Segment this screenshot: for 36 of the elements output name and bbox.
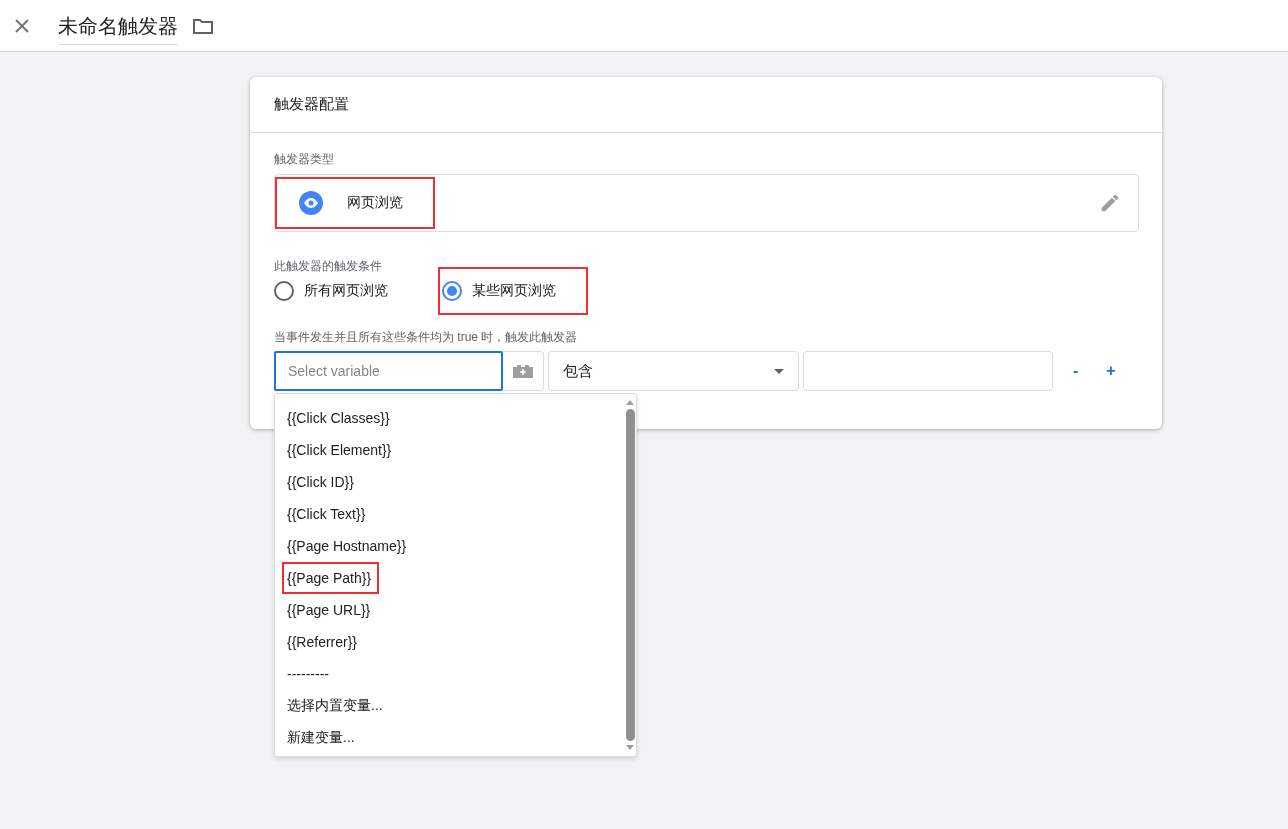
card-title: 触发器配置	[274, 95, 349, 114]
trigger-type-name: 网页浏览	[347, 194, 403, 212]
dropdown-item[interactable]: {{Page URL}}	[287, 596, 377, 624]
value-field[interactable]	[803, 351, 1053, 391]
dropdown-item[interactable]: {{Click Element}}	[287, 436, 398, 464]
trigger-name-field[interactable]: 未命名触发器	[58, 6, 178, 45]
dropdown-item[interactable]: 选择内置变量...	[287, 691, 389, 721]
operator-dropdown[interactable]: 包含	[548, 351, 799, 391]
variable-picker-button[interactable]	[503, 351, 544, 391]
dropdown-item[interactable]: {{Click Text}}	[287, 500, 372, 528]
dropdown-item[interactable]: {{Page Path}}	[284, 564, 378, 592]
blocks-icon	[512, 364, 534, 378]
radio-button[interactable]	[442, 281, 462, 301]
dropdown-caret-icon	[774, 368, 784, 374]
dropdown-item[interactable]: {{Click Classes}}	[287, 404, 396, 432]
add-condition-button[interactable]: +	[1098, 358, 1124, 384]
condition-label: 此触发器的触发条件	[274, 258, 382, 275]
folder-icon[interactable]	[193, 17, 213, 34]
radio-button[interactable]	[274, 281, 294, 301]
scrollbar-thumb[interactable]	[625, 409, 635, 741]
radio-option[interactable]: 某些网页浏览	[440, 269, 586, 313]
remove-condition-button[interactable]: -	[1065, 358, 1087, 384]
dropdown-item[interactable]: 新建变量...	[287, 723, 361, 753]
trigger-type-selector[interactable]: 网页浏览	[274, 174, 1139, 232]
dropdown-item[interactable]: {{Page Hostname}}	[287, 532, 413, 560]
edit-icon[interactable]	[1099, 192, 1121, 214]
dropdown-item[interactable]: {{Click ID}}	[287, 468, 360, 496]
filter-description: 当事件发生并且所有这些条件均为 true 时，触发此触发器	[274, 329, 578, 346]
variable-field[interactable]: Select variable	[274, 351, 503, 391]
close-icon[interactable]	[15, 18, 29, 33]
scroll-up-icon[interactable]	[626, 400, 634, 405]
dropdown-item[interactable]: {{Referrer}}	[287, 628, 364, 656]
dropdown-item[interactable]: ---------	[287, 660, 335, 688]
trigger-type-label: 触发器类型	[274, 151, 334, 168]
eye-icon	[299, 191, 323, 215]
scroll-down-icon[interactable]	[626, 745, 634, 750]
